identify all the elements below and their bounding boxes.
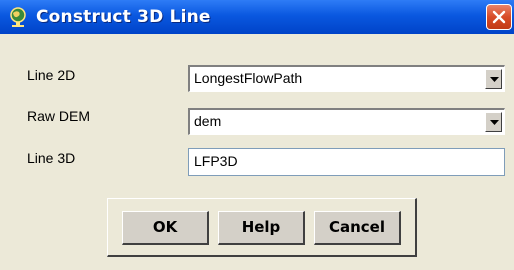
raw-dem-dropdown[interactable]: dem	[188, 108, 505, 135]
cancel-button[interactable]: Cancel	[314, 211, 401, 245]
line3d-input[interactable]: LFP3D	[188, 148, 505, 176]
raw-dem-label: Raw DEM	[27, 108, 91, 124]
help-button[interactable]: Help	[218, 211, 305, 245]
line2d-value: LongestFlowPath	[194, 70, 303, 86]
globe-icon	[10, 7, 26, 27]
dialog-body: Line 2D LongestFlowPath Raw DEM dem Line…	[0, 34, 514, 270]
chevron-down-icon	[490, 120, 499, 125]
line2d-label: Line 2D	[27, 67, 76, 83]
title-bar[interactable]: Construct 3D Line	[0, 0, 514, 34]
raw-dem-value: dem	[194, 113, 222, 129]
line3d-label: Line 3D	[27, 150, 76, 166]
button-panel: OK Help Cancel	[107, 198, 417, 257]
line2d-dropdown-button[interactable]	[485, 69, 502, 89]
chevron-down-icon	[490, 77, 499, 82]
line2d-dropdown[interactable]: LongestFlowPath	[188, 65, 505, 92]
close-button[interactable]	[486, 4, 512, 30]
line3d-value: LFP3D	[194, 153, 238, 169]
raw-dem-dropdown-button[interactable]	[485, 112, 502, 132]
ok-button[interactable]: OK	[122, 211, 209, 245]
window-title: Construct 3D Line	[36, 7, 211, 27]
close-icon	[492, 10, 506, 24]
